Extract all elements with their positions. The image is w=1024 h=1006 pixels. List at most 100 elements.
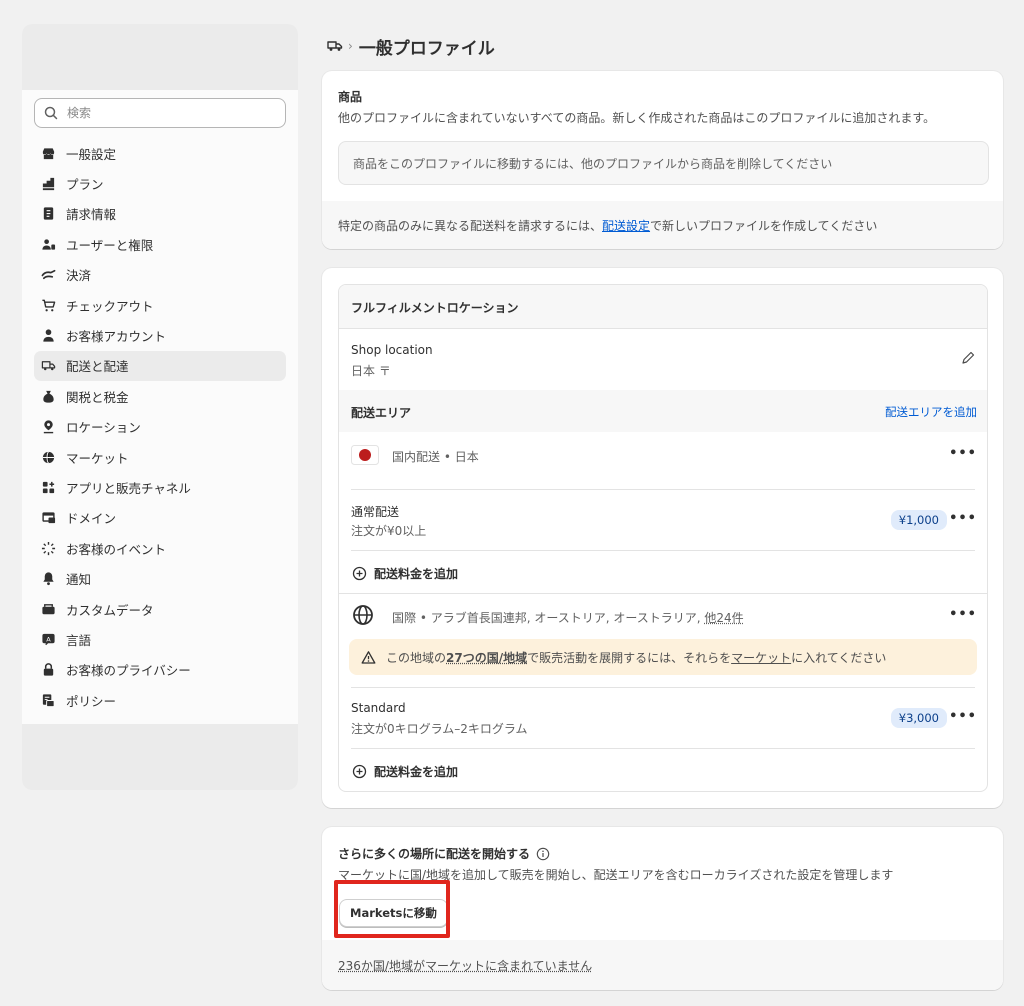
divider	[351, 748, 975, 749]
international-zone-more-button[interactable]: •••	[949, 607, 977, 622]
sidebar-item[interactable]: 関税と税金	[34, 381, 286, 411]
fulfillment-header: フルフィルメントロケーション	[339, 285, 987, 329]
domestic-zone-more-button[interactable]: •••	[949, 446, 977, 461]
divider	[351, 550, 975, 551]
international-rate-row: Standard 注文が0キログラム–2キログラム ¥3,000 •••	[339, 688, 987, 748]
sidebar-item[interactable]: 一般設定	[34, 138, 286, 168]
search-box[interactable]	[34, 98, 286, 128]
settings-sidebar: 一般設定プラン請求情報ユーザーと権限決済チェックアウトお客様アカウント配送と配達…	[22, 24, 298, 790]
sidebar-item[interactable]: ユーザーと権限	[34, 229, 286, 259]
domestic-rate-name: 通常配送	[351, 505, 400, 519]
sidebar-item[interactable]: プラン	[34, 168, 286, 198]
sidebar-item[interactable]: お客様のイベント	[34, 533, 286, 563]
fulfillment-heading: フルフィルメントロケーション	[351, 301, 519, 315]
sidebar-item[interactable]: 決済	[34, 260, 286, 290]
more-countries-link[interactable]: 他24件	[704, 611, 743, 625]
sidebar-item-label: アプリと販売チャネル	[66, 480, 191, 496]
globe-icon	[40, 449, 56, 465]
info-icon[interactable]	[536, 847, 550, 861]
sidebar-item-label: お客様のイベント	[66, 541, 167, 557]
sidebar-item[interactable]: ドメイン	[34, 503, 286, 533]
warning-text-after: に入れてください	[791, 650, 887, 665]
sidebar-item[interactable]: マーケット	[34, 442, 286, 472]
data-icon	[40, 601, 56, 617]
bell-icon	[40, 571, 56, 587]
domestic-rate-condition: 注文が¥0以上	[351, 524, 427, 538]
sidebar-item[interactable]: 請求情報	[34, 199, 286, 229]
sidebar-item-label: 通知	[66, 572, 92, 588]
sidebar-item-label: マーケット	[66, 450, 129, 466]
sidebar-item-label: 請求情報	[66, 207, 117, 223]
sidebar-item-label: 関税と税金	[66, 389, 129, 405]
plus-circle-icon	[352, 764, 367, 779]
location-icon	[40, 419, 56, 435]
add-rate-button[interactable]: 配送料金を追加	[352, 763, 458, 780]
domestic-zone-label: 国内配送 • 日本	[392, 450, 479, 464]
plus-circle-icon	[352, 566, 367, 581]
sidebar-item[interactable]: アプリと販売チャネル	[34, 472, 286, 502]
warning-text-middle: で販売活動を展開するには、それらを	[527, 650, 732, 665]
sidebar-item[interactable]: 通知	[34, 563, 286, 593]
lock-icon	[40, 662, 56, 678]
domestic-zone-row: 国内配送 • 日本 •••	[339, 432, 987, 490]
sidebar-item-label: 決済	[66, 268, 92, 284]
location-row: Shop location 日本 〒	[339, 329, 987, 390]
international-rate-more-button[interactable]: •••	[949, 709, 977, 724]
sidebar-item[interactable]: お客様アカウント	[34, 320, 286, 350]
breadcrumb: › 一般プロファイル	[326, 34, 495, 59]
tax-icon	[40, 388, 56, 404]
language-icon: A	[40, 631, 56, 647]
products-footer: 特定の商品のみに異なる配送料を請求するには、 配送設定 で新しいプロファイルを作成し…	[322, 201, 1003, 249]
add-rate-label: 配送料金を追加	[374, 765, 459, 779]
sidebar-footer-placeholder	[22, 724, 298, 790]
sidebar-item-label: ポリシー	[66, 693, 117, 709]
location-address: 日本 〒	[351, 364, 391, 378]
sidebar-item[interactable]: ポリシー	[34, 685, 286, 715]
warning-triangle-icon	[361, 650, 376, 664]
sidebar-item[interactable]: A 言語	[34, 624, 286, 654]
add-rate-button[interactable]: 配送料金を追加	[352, 565, 458, 582]
person-icon	[40, 328, 56, 344]
sidebar-item-label: ロケーション	[66, 420, 141, 436]
zones-heading: 配送エリア	[351, 406, 412, 420]
expand-heading-text: さらに多くの場所に配送を開始する	[338, 847, 531, 861]
svg-text:A: A	[46, 635, 51, 643]
search-input[interactable]	[67, 106, 267, 120]
sidebar-item[interactable]: お客様のプライバシー	[34, 655, 286, 685]
fulfillment-panel: フルフィルメントロケーション Shop location 日本 〒 配送エリア …	[338, 284, 988, 792]
shipping-settings-link[interactable]: 配送設定	[602, 217, 650, 234]
plan-icon	[40, 176, 56, 192]
sidebar-item-label: 一般設定	[66, 146, 117, 162]
sidebar-item-label: プラン	[66, 177, 104, 193]
truck-icon	[40, 358, 56, 374]
warning-markets-link[interactable]: マーケット	[731, 649, 791, 666]
international-price-badge: ¥3,000	[890, 708, 947, 728]
sidebar-item[interactable]: ロケーション	[34, 412, 286, 442]
international-rate-condition: 注文が0キログラム–2キログラム	[351, 722, 528, 736]
countries-not-in-markets: 236か国/地域がマーケットに含まれていません	[338, 958, 593, 973]
sidebar-item[interactable]: カスタムデータ	[34, 594, 286, 624]
international-zone-countries: 国際 • アラブ首長国連邦, オーストリア, オーストラリア,	[392, 611, 705, 625]
markets-button-highlight-box	[334, 880, 450, 938]
edit-pencil-icon[interactable]	[961, 351, 975, 365]
sidebar-item-label: カスタムデータ	[66, 602, 154, 618]
page-title: 一般プロファイル	[358, 38, 495, 59]
sidebar-item[interactable]: 配送と配達	[34, 350, 286, 382]
warning-countries-count[interactable]: 27つの国/地域	[446, 649, 527, 666]
location-name: Shop location	[351, 343, 433, 357]
add-zone-link[interactable]: 配送エリアを追加	[885, 404, 977, 420]
international-rate-name: Standard	[351, 701, 406, 715]
sidebar-item[interactable]: チェックアウト	[34, 290, 286, 320]
add-rate-label: 配送料金を追加	[374, 567, 459, 581]
sidebar-item-label: お客様のプライバシー	[66, 663, 191, 679]
products-heading: 商品	[338, 90, 363, 104]
truck-icon[interactable]	[326, 37, 344, 55]
apps-icon	[40, 479, 56, 495]
products-footer-text-after: で新しいプロファイルを作成してください	[650, 218, 878, 233]
domestic-rate-more-button[interactable]: •••	[949, 511, 977, 526]
warning-text-before: この地域の	[386, 650, 447, 665]
sidebar-item-label: ドメイン	[66, 511, 117, 527]
store-icon	[40, 145, 56, 161]
zones-header: 配送エリア 配送エリアを追加	[339, 390, 987, 432]
expand-footer: 236か国/地域がマーケットに含まれていません	[322, 940, 1003, 990]
